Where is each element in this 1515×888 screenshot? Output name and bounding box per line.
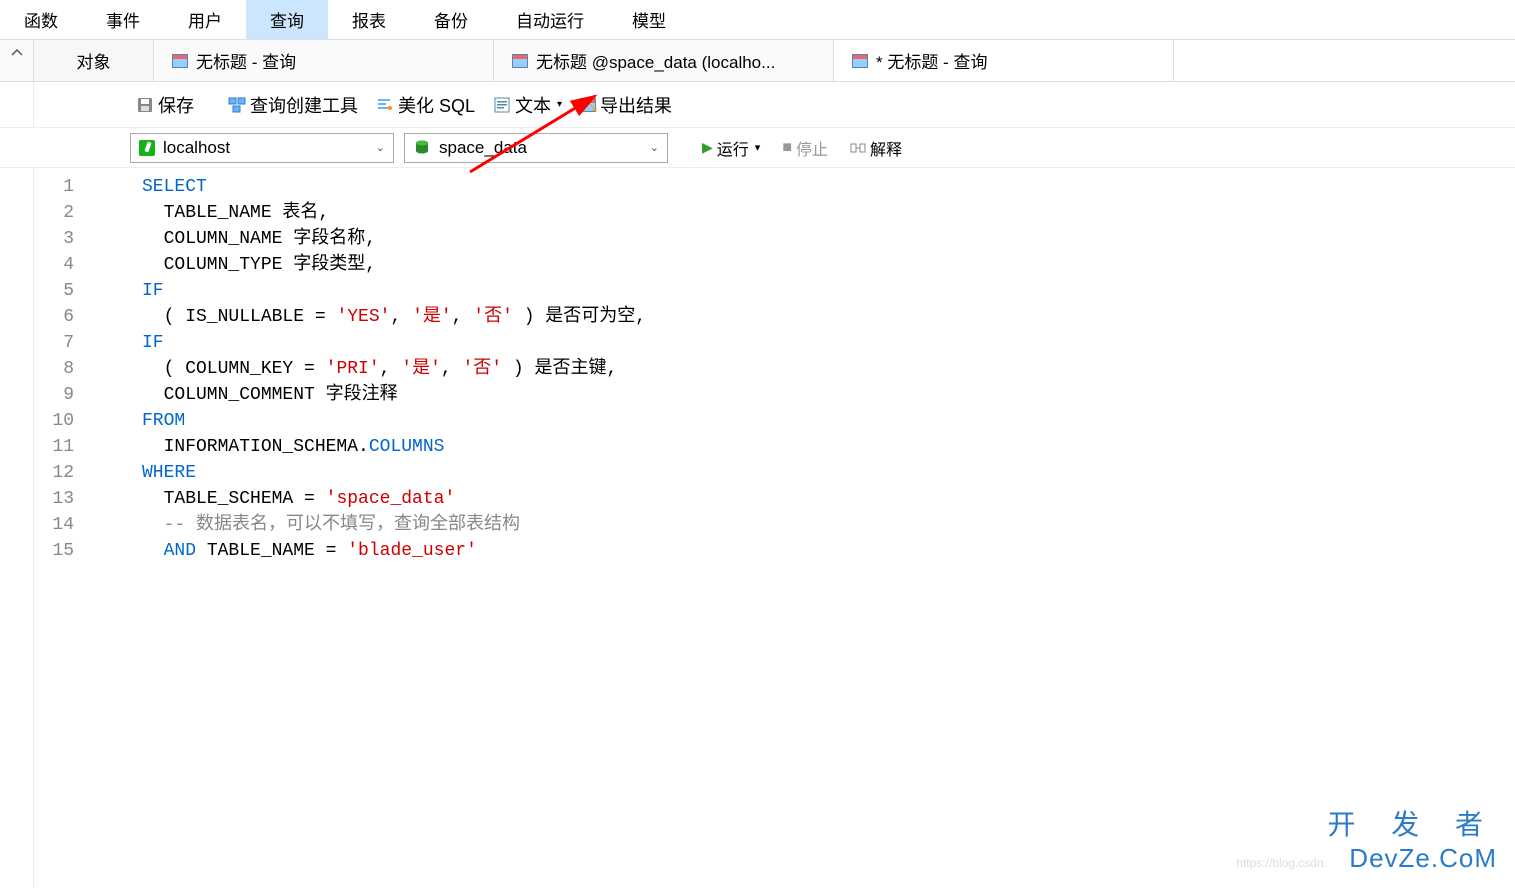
- wand-icon: [376, 96, 394, 114]
- menu-item[interactable]: 用户: [164, 0, 246, 39]
- run-button[interactable]: ▶ 运行 ▾: [696, 134, 766, 162]
- tab-label: * 无标题 - 查询: [876, 48, 987, 73]
- tab-bar: 对象 无标题 - 查询 无标题 @space_data (localho... …: [0, 40, 1515, 82]
- watermark: https://blog.csdn. 开 发 者 DevZe.CoM: [1327, 803, 1497, 874]
- menu-item[interactable]: 事件: [82, 0, 164, 39]
- save-label: 保存: [158, 92, 194, 118]
- menu-item[interactable]: 报表: [328, 0, 410, 39]
- sql-editor[interactable]: 123456789101112131415 SELECT TABLE_NAME …: [0, 168, 1515, 888]
- main-menu-bar: 函数事件用户查询报表备份自动运行模型: [0, 0, 1515, 40]
- beautify-button[interactable]: 美化 SQL: [370, 90, 481, 120]
- watermark-en: DevZe.CoM: [1327, 843, 1497, 874]
- host-select[interactable]: localhost ⌄: [130, 133, 394, 163]
- export-label: 导出结果: [600, 92, 672, 118]
- tab-query-1[interactable]: 无标题 - 查询: [154, 40, 494, 81]
- stop-button[interactable]: ■ 停止: [776, 134, 834, 162]
- explain-icon: [850, 140, 866, 156]
- connection-icon: [139, 140, 155, 156]
- tab-objects[interactable]: 对象: [34, 40, 154, 81]
- line-gutter: 123456789101112131415: [34, 168, 84, 888]
- tab-query-2[interactable]: 无标题 @space_data (localho...: [494, 40, 834, 81]
- query-builder-button[interactable]: 查询创建工具: [222, 90, 364, 120]
- database-select[interactable]: space_data ⌄: [404, 133, 668, 163]
- beautify-label: 美化 SQL: [398, 92, 475, 118]
- watermark-cn: 开 发 者: [1327, 803, 1497, 843]
- tab-objects-label: 对象: [77, 48, 111, 73]
- chevron-down-icon: ▾: [557, 99, 562, 110]
- explain-label: 解释: [870, 136, 902, 160]
- menu-item[interactable]: 函数: [0, 0, 82, 39]
- query-icon: [852, 54, 868, 68]
- explain-button[interactable]: 解释: [844, 134, 908, 162]
- export-button[interactable]: ↘ 导出结果: [574, 90, 678, 120]
- query-icon: [512, 54, 528, 68]
- stop-icon: ■: [782, 139, 792, 157]
- chevron-down-icon: ▾: [755, 141, 761, 154]
- menu-item[interactable]: 自动运行: [492, 0, 608, 39]
- text-label: 文本: [515, 92, 551, 118]
- database-value: space_data: [439, 138, 527, 158]
- query-builder-label: 查询创建工具: [250, 92, 358, 118]
- run-label: 运行: [717, 136, 749, 160]
- tab-label: 无标题 @space_data (localho...: [536, 48, 775, 73]
- tab-label: 无标题 - 查询: [196, 48, 296, 73]
- text-button[interactable]: 文本 ▾: [487, 90, 568, 120]
- builder-icon: [228, 96, 246, 114]
- database-icon: [413, 139, 431, 157]
- connection-row: localhost ⌄ space_data ⌄ ▶ 运行 ▾ ■ 停止 解释: [0, 128, 1515, 168]
- save-button[interactable]: 保存: [130, 90, 200, 120]
- host-value: localhost: [163, 138, 230, 158]
- menu-item[interactable]: 模型: [608, 0, 690, 39]
- play-icon: ▶: [702, 139, 713, 156]
- csdn-url: https://blog.csdn.: [1236, 856, 1327, 870]
- chevron-down-icon: ⌄: [650, 141, 659, 154]
- chevron-down-icon: ⌄: [376, 141, 385, 154]
- menu-item[interactable]: 备份: [410, 0, 492, 39]
- menu-item[interactable]: 查询: [246, 0, 328, 39]
- code-area[interactable]: SELECT TABLE_NAME 表名, COLUMN_NAME 字段名称, …: [94, 168, 646, 888]
- nav-collapse-toggle[interactable]: [0, 40, 34, 81]
- text-icon: [493, 96, 511, 114]
- save-icon: [136, 96, 154, 114]
- tab-query-3[interactable]: * 无标题 - 查询: [834, 40, 1174, 81]
- query-toolbar: 保存 查询创建工具 美化 SQL 文本 ▾ ↘ 导出结果: [0, 82, 1515, 128]
- query-icon: [172, 54, 188, 68]
- stop-label: 停止: [796, 136, 828, 160]
- chevron-up-icon: [10, 46, 24, 60]
- export-icon: ↘: [580, 98, 596, 112]
